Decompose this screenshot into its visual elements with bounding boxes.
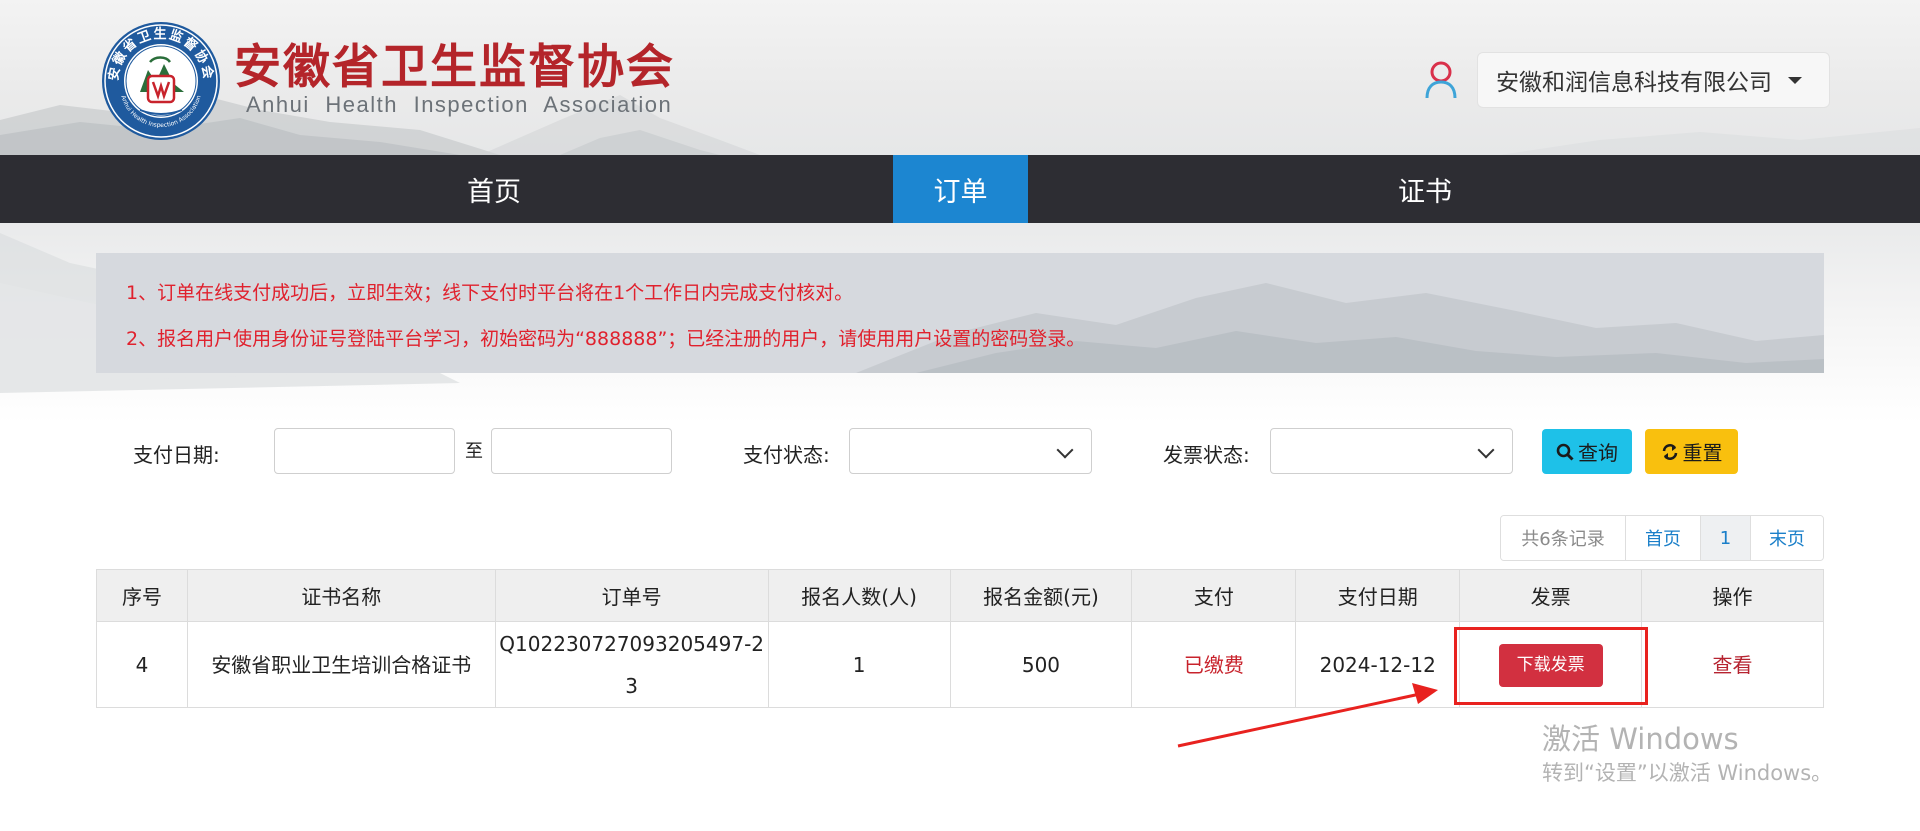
order-no-line-1: Q102230727093205497-2 [499,631,765,656]
date-to-label: 至 [465,441,483,462]
pagination-total: 共6条记录 [1501,516,1626,560]
company-dropdown[interactable]: 安徽和润信息科技有限公司 [1477,52,1830,108]
site-header: 安徽省卫生监督协会 Anhui Health Inspection Associ… [0,0,1920,155]
pagination-first[interactable]: 首页 [1626,516,1701,560]
chevron-down-icon [1056,441,1074,459]
notice-mountain-art [856,283,1824,373]
org-name-en: Anhui Health Inspection Association [246,92,673,117]
cell-amount: 500 [949,621,1133,708]
cell-count: 1 [767,621,951,708]
nav-orders[interactable]: 订单 [893,155,1028,223]
cell-cert-name: 安徽省职业卫生培训合格证书 [186,621,496,708]
pagination-current[interactable]: 1 [1701,516,1751,560]
notice-line-1: 1、订单在线支付成功后，立即生效；线下支付时平台将在1个工作日内完成支付核对。 [126,282,854,304]
association-logo: 安徽省卫生监督协会 Anhui Health Inspection Associ… [102,22,220,140]
cell-action: 查看 [1641,621,1824,708]
invoice-status-select[interactable] [1270,428,1513,474]
caret-down-icon [1788,76,1802,84]
date-to-input[interactable] [491,428,672,474]
query-label: 查询 [1578,441,1618,465]
pay-status-select[interactable] [849,428,1092,474]
reset-label: 重置 [1682,441,1723,465]
refresh-icon [1662,443,1677,460]
activate-windows-subtitle: 转到“设置”以激活 Windows。 [1542,761,1833,785]
cell-order-no: Q102230727093205497-2 3 [494,621,769,708]
pagination: 共6条记录 首页 1 末页 [1500,515,1824,561]
reset-button[interactable]: 重置 [1645,429,1738,474]
query-button[interactable]: 查询 [1542,429,1632,474]
column-header: 序号 [96,569,188,622]
pay-status-label: 支付状态: [743,443,830,467]
nav-certificates[interactable]: 证书 [1335,155,1515,223]
activate-windows-title: 激活 Windows [1542,722,1739,756]
notice-panel: 1、订单在线支付成功后，立即生效；线下支付时平台将在1个工作日内完成支付核对。 … [96,253,1824,373]
column-header: 订单号 [494,569,769,622]
column-header: 报名人数(人) [767,569,951,622]
column-header: 证书名称 [186,569,496,622]
cell-no: 4 [96,621,188,708]
nav-home[interactable]: 首页 [404,155,584,223]
date-from-input[interactable] [274,428,455,474]
column-header: 报名金额(元) [949,569,1133,622]
search-icon [1556,443,1574,461]
column-header: 操作 [1641,569,1824,622]
column-header: 发票 [1459,569,1643,622]
main-nav: 首页 订单 证书 [0,155,1920,223]
notice-line-2: 2、报名用户使用身份证号登陆平台学习，初始密码为“888888”；已经注册的用户… [126,328,1086,350]
order-no-line-2: 3 [625,673,639,698]
chevron-down-icon [1477,441,1495,459]
cell-pay-status: 已缴费 [1131,621,1297,708]
cell-pay-date: 2024-12-12 [1295,621,1461,708]
pagination-last[interactable]: 末页 [1751,516,1823,560]
page: 安徽省卫生监督协会 Anhui Health Inspection Associ… [0,0,1920,831]
org-name: 安徽省卫生监督协会 [234,40,675,95]
invoice-status-label: 发票状态: [1163,443,1250,467]
highlight-box [1454,627,1648,705]
pay-date-label: 支付日期: [133,443,220,467]
company-name: 安徽和润信息科技有限公司 [1496,70,1772,96]
table-header-row: 序号 证书名称 订单号 报名人数(人) 报名金额(元) 支付 支付日期 发票 操… [96,569,1824,622]
column-header: 支付 [1131,569,1297,622]
view-link[interactable]: 查看 [1713,653,1753,677]
column-header: 支付日期 [1295,569,1461,622]
user-icon[interactable] [1424,60,1458,100]
